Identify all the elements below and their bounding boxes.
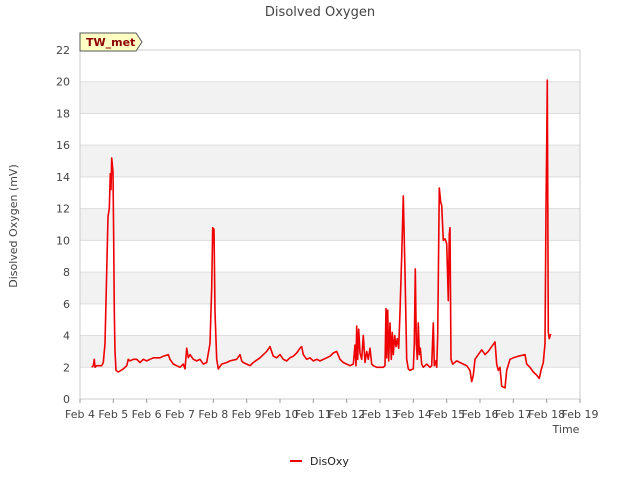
y-tick-label: 6 <box>63 298 70 311</box>
site-tag: TW_met <box>79 32 143 52</box>
x-tick-label: Feb 16 <box>462 408 499 421</box>
y-tick-label: 16 <box>56 139 70 152</box>
legend: DisOxy <box>290 455 349 468</box>
y-tick-label: 14 <box>56 171 70 184</box>
site-tag-label: TW_met <box>86 36 135 49</box>
y-tick-label: 8 <box>63 266 70 279</box>
y-tick-label: 18 <box>56 107 70 120</box>
x-axis: Feb 4 Feb 5 Feb 6 Feb 7 Feb 8 Feb 9 Feb 10Feb … <box>65 399 598 421</box>
grid-band <box>80 145 580 177</box>
x-tick-label: Feb 8 <box>198 408 228 421</box>
y-tick-label: 0 <box>63 393 70 406</box>
x-tick-label: Feb 4 <box>65 408 95 421</box>
grid-band <box>80 272 580 304</box>
x-tick-label: Feb 11 <box>295 408 332 421</box>
legend-label: DisOxy <box>310 455 349 468</box>
y-tick-label: 12 <box>56 203 70 216</box>
x-tick-label: Feb 15 <box>428 408 465 421</box>
x-tick-label: Feb 12 <box>328 408 365 421</box>
x-axis-label: Time <box>552 423 580 436</box>
y-tick-label: 20 <box>56 76 70 89</box>
y-axis-label: Disolved Oxygen (mV) <box>7 164 20 288</box>
x-tick-label: Feb 19 <box>562 408 599 421</box>
chart: Disolved Oxygen 0 2 4 6 8 10 12 14 16 18 20 22 Feb … <box>7 5 598 468</box>
x-tick-label: Feb 14 <box>395 408 432 421</box>
x-tick-label: Feb 10 <box>262 408 299 421</box>
x-tick-label: Feb 5 <box>98 408 128 421</box>
grid-band <box>80 335 580 368</box>
grid-bands <box>80 81 580 368</box>
y-tick-label: 4 <box>63 330 70 343</box>
x-tick-label: Feb 18 <box>528 408 565 421</box>
x-tick-label: Feb 6 <box>132 408 162 421</box>
y-axis: 0 2 4 6 8 10 12 14 16 18 20 22 <box>56 44 70 406</box>
y-tick-label: 22 <box>56 44 70 57</box>
chart-title: Disolved Oxygen <box>265 5 375 20</box>
x-tick-label: Feb 9 <box>232 408 262 421</box>
x-tick-label: Feb 13 <box>362 408 399 421</box>
grid-band <box>80 81 580 114</box>
y-tick-label: 2 <box>63 361 70 374</box>
y-tick-label: 10 <box>56 234 70 247</box>
x-tick-label: Feb 17 <box>495 408 532 421</box>
x-tick-label: Feb 7 <box>165 408 195 421</box>
grid-band <box>80 208 580 241</box>
